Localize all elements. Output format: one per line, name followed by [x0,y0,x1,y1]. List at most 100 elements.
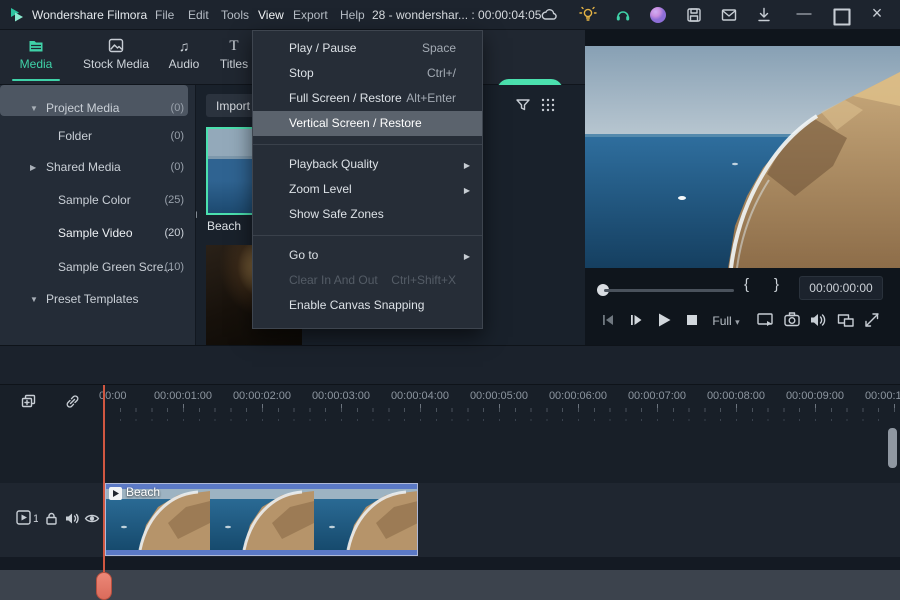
expander-down-icon[interactable]: ▼ [30,98,38,120]
title-bar: Wondershare Filmora File Edit Tools View… [0,0,900,30]
sidebar-item-project-media[interactable]: ▼ Project Media (0) [0,97,196,119]
speaker-icon[interactable] [808,310,828,330]
timeline-clip-beach[interactable]: Beach [105,483,418,556]
mark-out-button[interactable]: } [774,276,779,293]
preview-panel: { } 00:00:00:00 Full ▾ [585,30,900,345]
mark-in-button[interactable]: { [744,276,749,293]
playhead-line[interactable] [103,385,105,572]
sidebar-item-preset-templates[interactable]: ▼ Preset Templates [0,288,196,310]
filmora-logo-icon [11,8,23,22]
preview-seek-track[interactable] [604,289,734,292]
ruler-sub-ticks [104,419,894,421]
sidebar-item-shared-media[interactable]: ▶ Shared Media (0) [0,156,196,178]
minimize-button[interactable]: — [795,5,813,23]
menu-tools[interactable]: Tools [221,0,249,30]
download-icon[interactable] [755,6,773,24]
previous-frame-button[interactable] [598,310,618,330]
media-folder-icon [29,41,43,52]
menu-item-full-screen-restore[interactable]: Full Screen / Restore Alt+Enter [253,86,482,111]
timeline-panel: 00:00 00:00:01:00 00:00:02:00 00:00:03:0… [0,385,900,600]
user-avatar[interactable] [649,6,667,24]
app-title: Wondershare Filmora [32,8,148,22]
view-mode-grid-icon[interactable] [540,97,556,113]
view-dropdown-menu: Play / Pause Space Stop Ctrl+/ Full Scre… [252,30,483,329]
play-button[interactable] [654,310,674,330]
tab-stock-media-label: Stock Media [82,57,150,71]
menu-help[interactable]: Help [340,0,365,30]
sidebar-collapse-icon[interactable]: ◀ [196,209,197,220]
filmora-window: Wondershare Filmora File Edit Tools View… [0,0,900,600]
tab-titles[interactable]: T Titles [214,38,254,85]
timeline-ruler[interactable]: 00:00 00:00:01:00 00:00:02:00 00:00:03:0… [0,385,900,422]
submenu-arrow-icon: ▶ [463,161,470,170]
tab-media[interactable]: Media [10,38,62,85]
tab-audio-label: Audio [168,57,200,71]
headset-icon[interactable] [614,6,632,24]
stop-button[interactable] [682,310,702,330]
tab-active-underline [12,79,60,81]
cloud-icon[interactable] [540,6,558,24]
next-frame-button[interactable] [626,310,646,330]
video-track-type-icon: 1 [16,510,38,525]
filter-icon[interactable] [514,96,532,114]
timeline-vertical-scrollbar[interactable] [888,428,897,468]
tab-titles-label: Titles [219,57,249,71]
expander-right-icon[interactable]: ▶ [30,157,36,179]
menu-file[interactable]: File [155,0,174,30]
menu-item-go-to[interactable]: Go to ▶ [253,243,482,268]
tab-audio[interactable]: ♫ Audio [162,38,206,85]
track-lock-icon[interactable] [44,511,59,526]
media-thumbnail-beach-label: Beach [207,219,242,233]
svg-text:1: 1 [33,513,38,525]
maximize-button[interactable] [833,8,851,26]
stock-media-icon [108,38,124,53]
preview-video-frame [585,46,900,268]
menu-item-show-safe-zones[interactable]: Show Safe Zones [253,202,482,227]
menu-item-playback-quality[interactable]: Playback Quality ▶ [253,152,482,177]
chevron-down-icon: ▾ [735,317,740,327]
menu-item-play-pause[interactable]: Play / Pause Space [253,36,482,61]
audio-note-icon: ♫ [178,38,190,54]
timeline-toolbar: ↶ ↷ ✂ [0,345,900,385]
preview-timecode: 00:00:00:00 [799,276,883,300]
sidebar-item-sample-green-screen[interactable]: Sample Green Scre... (10) [0,256,196,278]
menu-item-zoom-level[interactable]: Zoom Level ▶ [253,177,482,202]
menu-item-enable-canvas-snapping[interactable]: Enable Canvas Snapping [253,293,482,318]
playhead-handle[interactable] [96,572,112,600]
menu-item-stop[interactable]: Stop Ctrl+/ [253,61,482,86]
clip-play-badge [109,487,122,500]
media-sidebar: ▼ Project Media (0) Folder (0) ▶ Shared … [0,85,196,409]
tab-media-label: Media [19,57,53,71]
snapshot-camera-icon[interactable] [782,310,802,330]
titles-t-icon: T [229,38,239,54]
menu-separator [253,227,482,243]
menu-view[interactable]: View [258,0,284,30]
save-icon[interactable] [685,6,703,24]
submenu-arrow-icon: ▶ [463,186,470,195]
ruler-minor-ticks [104,408,900,412]
sidebar-item-sample-color[interactable]: Sample Color (25) [0,189,196,211]
expander-down-icon[interactable]: ▼ [30,289,38,311]
picture-in-picture-icon[interactable] [836,310,856,330]
menu-item-vertical-screen-restore[interactable]: Vertical Screen / Restore [253,111,482,136]
project-title-timecode: 28 - wondershar... : 00:00:04:05 [372,8,542,22]
sidebar-item-folder[interactable]: Folder (0) [0,125,196,147]
timeline-lower-gap [0,557,900,570]
mail-icon[interactable] [720,6,738,24]
track-mute-icon[interactable] [64,511,80,526]
video-track-lane: 1 Beach [0,483,900,557]
tab-stock-media[interactable]: Stock Media [70,38,162,85]
timeline-bottom-bar [0,570,900,600]
fullscreen-expand-icon[interactable] [862,310,882,330]
menu-export[interactable]: Export [293,0,328,30]
menu-item-clear-in-and-out: Clear In And Out Ctrl+Shift+X [289,273,456,287]
lightbulb-icon[interactable] [579,6,597,24]
menu-separator [253,136,482,152]
dual-monitor-icon[interactable] [755,310,775,330]
menu-edit[interactable]: Edit [188,0,209,30]
submenu-arrow-icon: ▶ [463,252,470,261]
close-button[interactable]: × [868,4,886,22]
track-visibility-eye-icon[interactable] [84,512,100,525]
playback-quality-dropdown[interactable]: Full ▾ [703,311,749,331]
sidebar-item-sample-video[interactable]: Sample Video (20) [0,222,196,244]
